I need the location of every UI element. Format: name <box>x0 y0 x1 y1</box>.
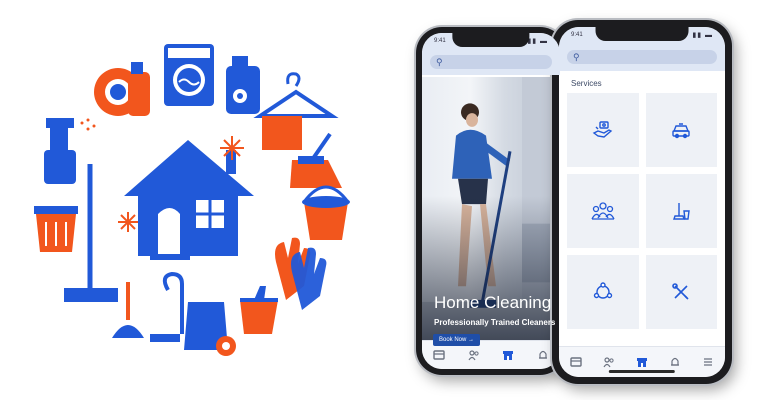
house-icon <box>124 140 254 260</box>
detergent-bottle-icon <box>226 56 260 114</box>
front-phone-screen: 9:41 ▮▮ ▬ ⚲ Services <box>559 27 725 377</box>
service-tile[interactable] <box>645 174 717 248</box>
home-tab-icon[interactable] <box>569 355 583 369</box>
people-tab-icon[interactable] <box>467 348 481 362</box>
status-time: 9:41 <box>571 32 583 38</box>
dustpan-icon <box>240 286 278 334</box>
service-tile[interactable] <box>645 93 717 167</box>
phone-notch <box>595 27 689 41</box>
dishes-icon <box>94 62 150 116</box>
search-icon: ⚲ <box>436 57 443 67</box>
washing-machine-icon <box>164 44 214 106</box>
home-indicator <box>608 370 676 373</box>
tools-icon <box>672 283 689 300</box>
cleaning-tools-icon <box>673 203 691 220</box>
back-phone: 9:41 ▮▮ ▬ ⚲ Home Cleaning Professionally… <box>416 27 566 375</box>
service-tile[interactable] <box>567 93 639 167</box>
search-bar: ⚲ <box>422 51 560 75</box>
search-input[interactable]: ⚲ <box>430 55 552 69</box>
signal-icon: ▮▮ ▬ <box>692 32 713 39</box>
signal-icon: ▮▮ ▬ <box>527 38 548 45</box>
store-tab-icon[interactable] <box>501 348 515 362</box>
bucket-icon <box>302 185 350 240</box>
bell-tab-icon[interactable] <box>668 355 682 369</box>
gloves-icon <box>275 237 327 310</box>
front-phone: 9:41 ▮▮ ▬ ⚲ Services <box>552 20 732 384</box>
people-tab-icon[interactable] <box>602 355 616 369</box>
menu-tab-icon[interactable] <box>701 355 715 369</box>
store-tab-icon[interactable] <box>635 355 649 369</box>
network-people-icon <box>593 282 612 299</box>
bell-tab-icon[interactable] <box>536 348 550 362</box>
hero-subtitle: Professionally Trained Cleaners <box>434 318 556 327</box>
service-tile[interactable] <box>567 174 639 248</box>
search-input[interactable]: ⚲ <box>567 50 717 64</box>
car-icon <box>672 123 690 139</box>
search-bar: ⚲ <box>559 45 725 71</box>
service-tile[interactable] <box>567 255 639 329</box>
vacuum-cleaner-icon <box>150 271 236 356</box>
home-tab-icon[interactable] <box>432 348 446 362</box>
book-now-button[interactable]: Book Now → <box>433 334 481 346</box>
services-title: Services <box>571 79 602 88</box>
hand-money-icon <box>592 121 613 138</box>
trash-bin-icon <box>34 206 78 252</box>
back-phone-screen: 9:41 ▮▮ ▬ ⚲ Home Cleaning Professionally… <box>422 33 560 369</box>
search-icon: ⚲ <box>573 52 580 62</box>
cleaning-illustration <box>34 44 350 356</box>
hanger-towel-icon <box>253 72 339 150</box>
hero-title: Home Cleaning <box>434 293 552 312</box>
group-people-icon <box>591 202 615 220</box>
status-time: 9:41 <box>434 38 446 44</box>
phone-notch <box>452 33 530 47</box>
service-tile[interactable] <box>645 255 717 329</box>
services-grid <box>567 93 717 329</box>
